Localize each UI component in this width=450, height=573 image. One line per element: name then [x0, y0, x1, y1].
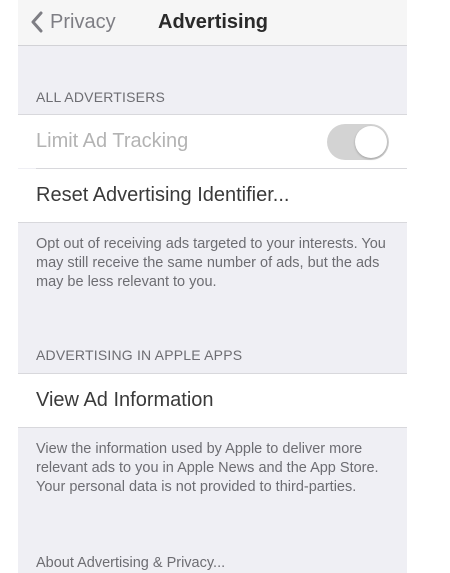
page-title: Advertising: [158, 11, 269, 33]
view-ad-information-label: View Ad Information: [36, 389, 214, 411]
navigation-bar: Privacy Advertising: [18, 0, 407, 46]
reset-identifier-row[interactable]: Reset Advertising Identifier...: [18, 169, 407, 222]
back-label: Privacy: [50, 10, 116, 33]
view-ad-information-row[interactable]: View Ad Information: [18, 374, 407, 427]
divider: [18, 222, 407, 223]
about-advertising-privacy-link[interactable]: About Advertising & Privacy...: [36, 555, 225, 571]
settings-screen: Privacy Advertising ALL ADVERTISERS Limi…: [18, 0, 407, 573]
reset-identifier-label: Reset Advertising Identifier...: [36, 184, 290, 206]
toggle-knob: [355, 126, 387, 158]
apple-apps-description: View the information used by Apple to de…: [36, 441, 379, 495]
limit-ad-tracking-label: Limit Ad Tracking: [36, 130, 189, 152]
section-header-all-advertisers: ALL ADVERTISERS: [36, 89, 166, 105]
limit-ad-tracking-toggle[interactable]: [327, 124, 389, 160]
opt-out-description: Opt out of receiving ads targeted to you…: [36, 236, 386, 290]
back-button[interactable]: Privacy: [30, 8, 116, 36]
section-header-apple-apps: ADVERTISING IN APPLE APPS: [36, 347, 243, 363]
divider: [18, 427, 407, 428]
limit-ad-tracking-row: Limit Ad Tracking: [18, 115, 407, 168]
chevron-left-icon: [31, 11, 43, 33]
